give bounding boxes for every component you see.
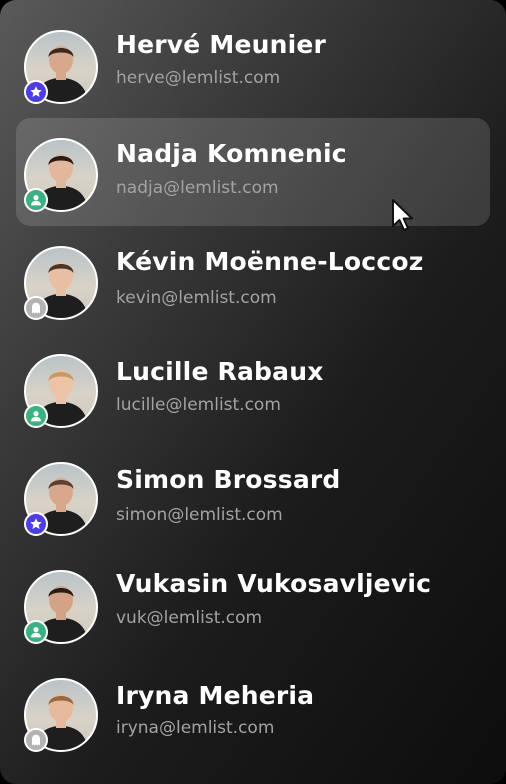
user-avatar <box>24 30 98 104</box>
ghost-icon <box>32 734 40 746</box>
user-avatar <box>24 678 98 752</box>
user-avatar <box>24 354 98 428</box>
user-email: simon@lemlist.com <box>116 505 283 525</box>
user-avatar <box>24 570 98 644</box>
user-email: kevin@lemlist.com <box>116 288 277 308</box>
user-name: Hervé Meunier <box>116 30 327 59</box>
role-badge <box>24 404 48 428</box>
role-badge <box>24 80 48 104</box>
user-name: Nadja Komnenic <box>116 139 347 168</box>
star-icon <box>30 518 42 529</box>
user-icon <box>31 411 41 422</box>
role-badge <box>24 620 48 644</box>
user-email: lucille@lemlist.com <box>116 395 281 415</box>
user-email: iryna@lemlist.com <box>116 718 275 738</box>
user-name: Simon Brossard <box>116 465 341 494</box>
role-badge <box>24 728 48 752</box>
user-avatar <box>24 462 98 536</box>
user-name: Iryna Meheria <box>116 681 315 710</box>
user-avatar <box>24 138 98 212</box>
user-email: herve@lemlist.com <box>116 68 281 88</box>
user-avatar <box>24 246 98 320</box>
user-icon <box>31 195 41 206</box>
user-list-panel: Hervé Meunier herve@lemlist.com Nadja Ko… <box>0 0 506 784</box>
role-badge <box>24 512 48 536</box>
mouse-pointer-icon <box>392 199 413 231</box>
user-name: Lucille Rabaux <box>116 357 324 386</box>
user-email: vuk@lemlist.com <box>116 608 263 628</box>
user-name: Kévin Moënne-Loccoz <box>116 247 424 276</box>
ghost-icon <box>32 302 40 314</box>
role-badge <box>24 296 48 320</box>
role-badge <box>24 188 48 212</box>
user-icon <box>31 627 41 638</box>
user-email: nadja@lemlist.com <box>116 178 279 198</box>
star-icon <box>30 86 42 97</box>
user-name: Vukasin Vukosavljevic <box>116 569 432 598</box>
